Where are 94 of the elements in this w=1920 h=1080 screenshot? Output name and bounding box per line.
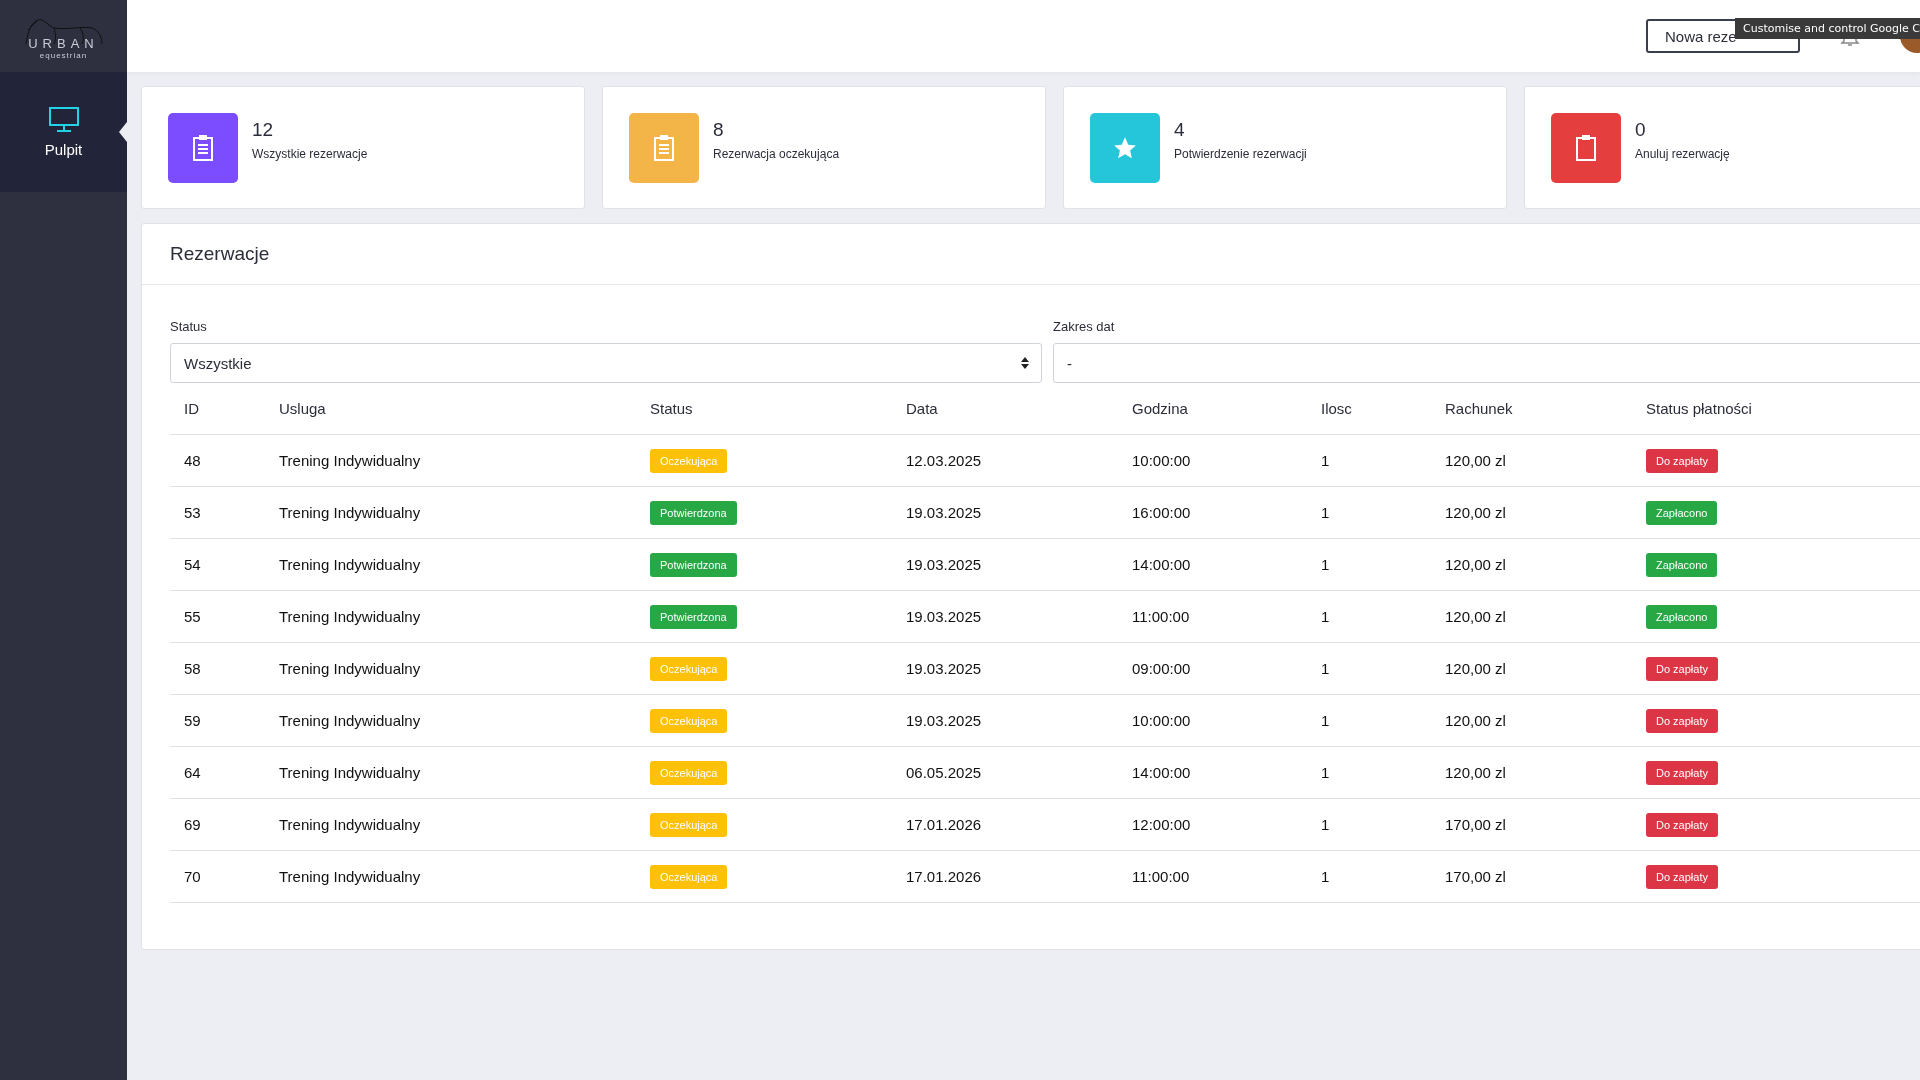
table-cell: 120,00 zl [1431, 487, 1632, 539]
payment-badge: Zapłacono [1646, 552, 1718, 577]
table-cell: 120,00 zl [1431, 747, 1632, 799]
table-cell: 48 [170, 435, 265, 487]
table-cell: 17.01.2026 [892, 799, 1118, 851]
table-cell: 1 [1307, 435, 1431, 487]
table-cell: Trening Indywidualny [265, 799, 636, 851]
table-cell: 1 [1307, 643, 1431, 695]
table-cell: 1 [1307, 539, 1431, 591]
table-cell: 10:00:00 [1118, 435, 1307, 487]
stat-value: 8 [713, 118, 725, 141]
column-header: Ilosc [1307, 383, 1431, 435]
table-cell: 1 [1307, 695, 1431, 747]
payment-badge: Do zapłaty [1646, 708, 1718, 733]
logo-tagline: equestrian [39, 51, 88, 60]
table-cell: 06.05.2025 [892, 747, 1118, 799]
payment-badge: Do zapłaty [1646, 448, 1718, 473]
table-cell: 69 [170, 799, 265, 851]
status-badge: Oczekująca [650, 760, 728, 785]
table-cell: 09:00:00 [1118, 643, 1307, 695]
table-cell: 12:00:00 [1118, 799, 1307, 851]
table-cell: Trening Indywidualny [265, 487, 636, 539]
table-cell: 64 [170, 747, 265, 799]
stat-value: 12 [252, 118, 275, 141]
table-cell: Trening Indywidualny [265, 643, 636, 695]
stat-label: Potwierdzenie rezerwacji [1174, 146, 1307, 161]
table-cell: 120,00 zl [1431, 643, 1632, 695]
table-cell: 11:00:00 [1118, 851, 1307, 903]
status-badge: Oczekująca [650, 864, 728, 889]
table-cell: 1 [1307, 747, 1431, 799]
table-cell: 10:00:00 [1118, 695, 1307, 747]
table-cell: 14:00:00 [1118, 747, 1307, 799]
table-cell: 19.03.2025 [892, 695, 1118, 747]
stat-value: 0 [1635, 118, 1647, 141]
table-cell: 55 [170, 591, 265, 643]
table-cell: Trening Indywidualny [265, 591, 636, 643]
table-cell: 19.03.2025 [892, 643, 1118, 695]
table-cell: 53 [170, 487, 265, 539]
table-cell: 12.03.2025 [892, 435, 1118, 487]
table-cell: 1 [1307, 591, 1431, 643]
column-header: Status płatności [1632, 383, 1920, 435]
status-badge: Potwierdzona [650, 604, 737, 629]
table-cell: 120,00 zl [1431, 539, 1632, 591]
status-badge: Oczekująca [650, 656, 728, 681]
status-badge: Oczekująca [650, 812, 728, 837]
status-badge: Potwierdzona [650, 552, 737, 577]
table-cell: 120,00 zl [1431, 695, 1632, 747]
payment-badge: Do zapłaty [1646, 864, 1718, 889]
stat-label: Anuluj rezerwację [1635, 146, 1730, 161]
column-header: Data [892, 383, 1118, 435]
column-header: ID [170, 383, 265, 435]
table-cell: 1 [1307, 487, 1431, 539]
table-cell: 11:00:00 [1118, 591, 1307, 643]
table-cell: 19.03.2025 [892, 487, 1118, 539]
table-cell: 70 [170, 851, 265, 903]
status-badge: Potwierdzona [650, 500, 737, 525]
payment-badge: Zapłacono [1646, 604, 1718, 629]
tooltip: Customise and control Google C [1735, 18, 1920, 39]
table-cell: 17.01.2026 [892, 851, 1118, 903]
column-header: Godzina [1118, 383, 1307, 435]
table-cell: 16:00:00 [1118, 487, 1307, 539]
table-cell: 120,00 zl [1431, 435, 1632, 487]
status-badge: Oczekująca [650, 708, 728, 733]
column-header: Rachunek [1431, 383, 1632, 435]
table-cell: 1 [1307, 799, 1431, 851]
table-cell: 19.03.2025 [892, 591, 1118, 643]
stat-value: 4 [1174, 118, 1186, 141]
status-badge: Oczekująca [650, 448, 728, 473]
table-cell: Trening Indywidualny [265, 851, 636, 903]
column-header: Usluga [265, 383, 636, 435]
stat-label: Rezerwacja oczekująca [713, 146, 840, 161]
table-cell: 170,00 zl [1431, 851, 1632, 903]
table-cell: Trening Indywidualny [265, 747, 636, 799]
filter-label: Status [170, 319, 208, 334]
column-header: Status [636, 383, 892, 435]
table-cell: Trening Indywidualny [265, 435, 636, 487]
payment-badge: Do zapłaty [1646, 760, 1718, 785]
table-cell: 19.03.2025 [892, 539, 1118, 591]
table-cell: 120,00 zl [1431, 591, 1632, 643]
table-cell: 170,00 zl [1431, 799, 1632, 851]
table-cell: Trening Indywidualny [265, 695, 636, 747]
table-cell: 59 [170, 695, 265, 747]
panel-title: Rezerwacje [170, 243, 270, 265]
table-cell: 1 [1307, 851, 1431, 903]
stat-label: Wszystkie rezerwacje [252, 146, 368, 161]
payment-badge: Do zapłaty [1646, 656, 1718, 681]
filter-label: Zakres dat [1053, 319, 1116, 334]
payment-badge: Do zapłaty [1646, 812, 1718, 837]
table-cell: 54 [170, 539, 265, 591]
payment-badge: Zapłacono [1646, 500, 1718, 525]
table-cell: 58 [170, 643, 265, 695]
table-cell: 14:00:00 [1118, 539, 1307, 591]
table-cell: Trening Indywidualny [265, 539, 636, 591]
logo-text: URBAN [28, 36, 99, 51]
